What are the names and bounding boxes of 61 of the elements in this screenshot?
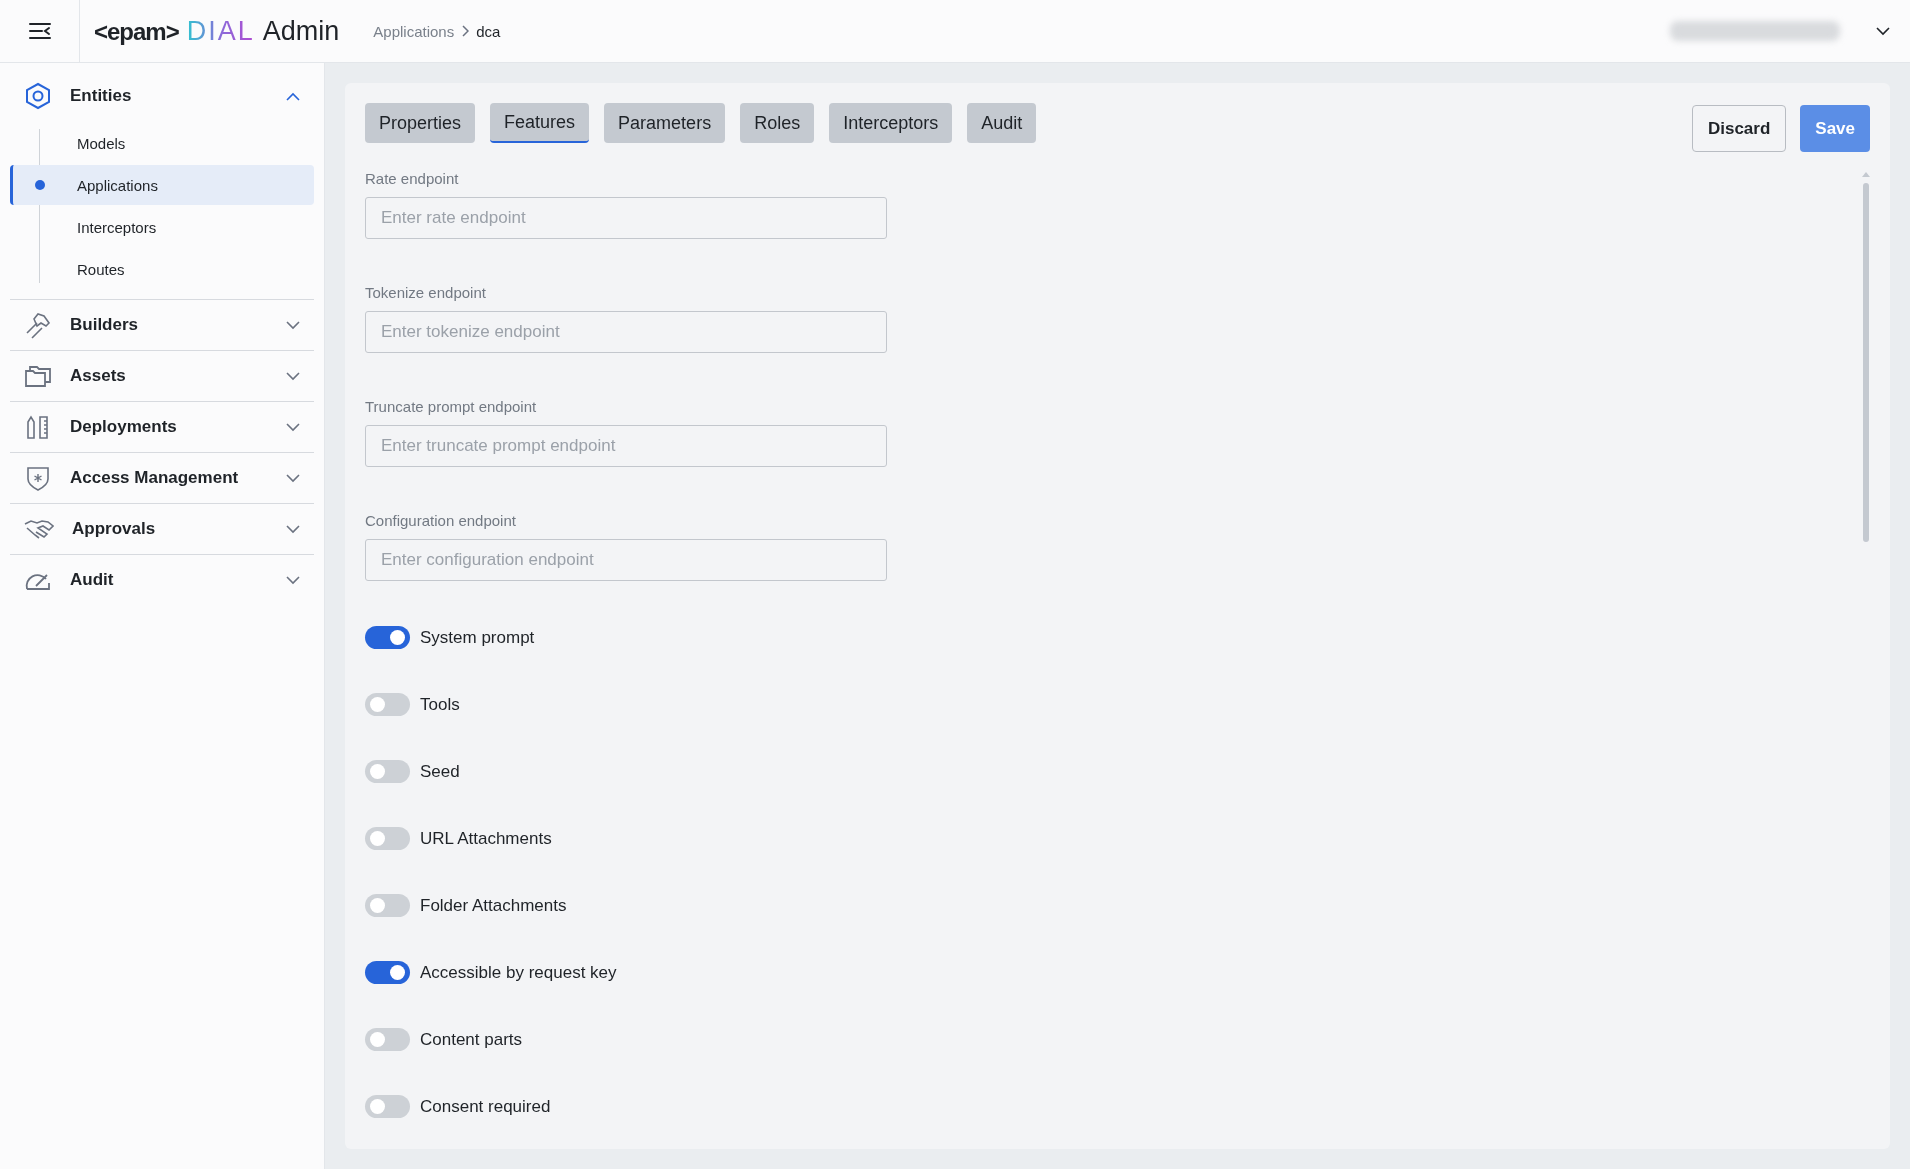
hexagon-icon — [24, 82, 52, 110]
input-field[interactable]: Enter tokenize endpoint — [365, 311, 887, 353]
logo-suffix: Admin — [262, 15, 340, 47]
scrollbar[interactable] — [1862, 172, 1870, 542]
caret-icon — [286, 575, 300, 585]
toggle-label: Seed — [420, 761, 460, 782]
caret-icon — [286, 473, 300, 483]
caret-icon — [286, 320, 300, 330]
toggle-switch[interactable] — [365, 961, 410, 984]
field-label: Truncate prompt endpoint — [365, 398, 538, 415]
caret-icon — [286, 91, 300, 101]
tab[interactable]: Interceptors — [829, 103, 953, 143]
toggle-label: Accessible by request key — [420, 962, 617, 983]
chevron-right-icon — [461, 25, 470, 37]
sidebar-section[interactable]: Entities — [10, 71, 314, 121]
toggle-label: URL Attachments — [420, 828, 552, 849]
chevron-down-icon[interactable] — [1876, 26, 1890, 36]
tab[interactable]: Parameters — [604, 103, 726, 143]
sidebar-item[interactable]: Interceptors — [10, 207, 314, 247]
toggle-label: Tools — [420, 694, 460, 715]
discard-button[interactable]: Discard — [1691, 105, 1787, 152]
hammer-icon — [24, 311, 52, 339]
sidebar-item[interactable]: Models — [10, 123, 314, 163]
toggle-switch[interactable] — [365, 827, 410, 850]
field-label: Configuration endpoint — [365, 512, 517, 529]
tab[interactable]: Roles — [740, 103, 815, 143]
sidebar-section[interactable]: Deployments — [10, 402, 314, 452]
caret-icon — [286, 371, 300, 381]
input-field[interactable]: Enter truncate prompt endpoint — [365, 425, 887, 467]
field-label: Tokenize endpoint — [365, 284, 487, 301]
sidebar-item[interactable]: Routes — [10, 249, 314, 289]
breadcrumb-link[interactable]: dca — [476, 22, 501, 40]
sidebar-item[interactable]: Applications — [10, 165, 314, 205]
input-field[interactable]: Enter rate endpoint — [365, 197, 887, 239]
input-field[interactable]: Enter configuration endpoint — [365, 539, 887, 581]
caret-icon — [286, 422, 300, 432]
tab[interactable]: Properties — [365, 103, 476, 143]
logo-brand: <epam> — [94, 17, 179, 46]
toggle-switch[interactable] — [365, 626, 410, 649]
toggle-label: Folder Attachments — [420, 895, 567, 916]
toggle-switch[interactable] — [365, 1028, 410, 1051]
toggle-switch[interactable] — [365, 894, 410, 917]
toggle-label: Consent required — [420, 1096, 551, 1117]
active-dot-icon — [35, 180, 45, 190]
breadcrumb-link[interactable]: Applications — [373, 22, 455, 40]
tab[interactable]: Features — [490, 103, 590, 143]
sidebar-section[interactable]: Approvals — [10, 504, 314, 554]
menu-icon[interactable] — [27, 21, 52, 41]
toggle-switch[interactable] — [365, 693, 410, 716]
sidebar-section[interactable]: Builders — [10, 300, 314, 350]
toggle-label: Content parts — [420, 1029, 523, 1050]
toggle-label: System prompt — [420, 627, 535, 648]
caret-icon — [286, 524, 300, 534]
field-label: Rate endpoint — [365, 170, 460, 187]
sidebar-section[interactable]: Assets — [10, 351, 314, 401]
toggle-switch[interactable] — [365, 760, 410, 783]
sidebar-section[interactable]: Audit — [10, 555, 314, 605]
sidebar-section[interactable]: Access Management — [10, 453, 314, 503]
toggle-switch[interactable] — [365, 1095, 410, 1118]
shield-icon — [24, 464, 52, 492]
tab[interactable]: Audit — [967, 103, 1037, 143]
